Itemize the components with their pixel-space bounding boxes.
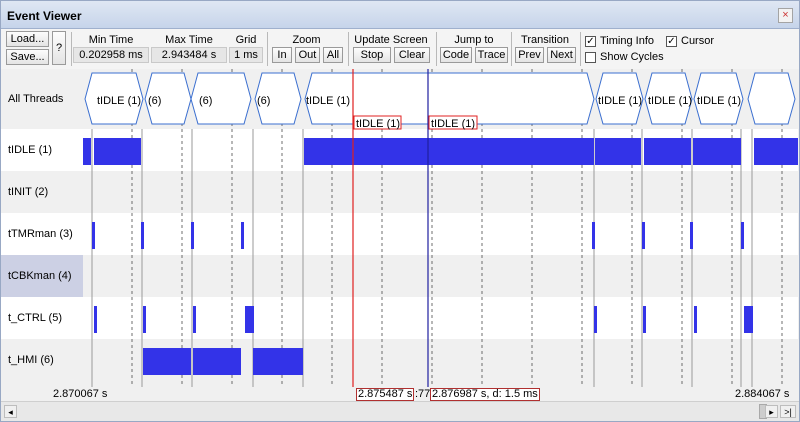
thread-activity-bar (690, 222, 693, 249)
thread-activity-bar (191, 222, 194, 249)
save-button[interactable]: Save... (6, 49, 49, 65)
thread-activity-bar (744, 306, 753, 333)
thread-row-band (83, 171, 798, 213)
thread-activity-bar (92, 222, 95, 249)
thread-activity-bar (741, 222, 744, 249)
thread-activity-bar (193, 306, 196, 333)
thread-activity-bar (83, 138, 91, 165)
thread-activity-bar (241, 222, 244, 249)
min-time-value: 0.202958 ms (73, 47, 149, 63)
thread-activity-bar (141, 222, 144, 249)
thread-segment-label: tIDLE (1) (97, 95, 141, 107)
thread-segment-hex (747, 72, 796, 125)
zoom-label: Zoom (292, 34, 321, 46)
thread-row-band (83, 297, 798, 339)
horizontal-scrollbar[interactable]: ◂ ▸ >| (1, 401, 799, 421)
time-axis-footer: 2.870067 s 2.875487 s :77 2.876987 s, d:… (1, 387, 799, 401)
thread-name-column: All Threads tIDLE (1) tINIT (2) tTMRman … (1, 69, 83, 387)
scroll-right-icon[interactable]: ▸ (765, 405, 778, 418)
thread-name-all[interactable]: All Threads (1, 69, 83, 129)
red-cursor-time: 2.875487 s (356, 388, 415, 401)
end-time-label: 2.884067 s (735, 388, 790, 400)
title-bar: Event Viewer × (1, 1, 799, 29)
red-cursor-label: tIDLE (1) (356, 118, 400, 130)
blue-cursor-label: tIDLE (1) (431, 118, 475, 130)
jump-to-label: Jump to (454, 34, 494, 46)
max-time-label: Max Time (165, 34, 213, 46)
thread-activity-bar (694, 306, 697, 333)
thread-activity-bar (94, 138, 141, 165)
thread-name-tidle[interactable]: tIDLE (1) (1, 129, 83, 171)
zoom-in-button[interactable]: In (272, 47, 292, 63)
thread-name-tctrl[interactable]: t_CTRL (5) (1, 297, 83, 339)
thread-segment-label: (6) (148, 95, 161, 107)
thread-activity-bar (595, 138, 641, 165)
partial-time-label: :77 (415, 388, 431, 400)
thread-row-band (83, 255, 798, 297)
thread-activity-bar (594, 306, 597, 333)
cursor-checkbox[interactable]: ✓ (666, 36, 677, 47)
toolbar: Load... Save... ? Min Time 0.202958 ms M… (1, 29, 799, 69)
show-cycles-checkbox[interactable] (585, 52, 596, 63)
thread-activity-bar (644, 138, 691, 165)
grid-label: Grid (235, 34, 257, 46)
thread-activity-bar (643, 306, 646, 333)
stop-button[interactable]: Stop (353, 47, 391, 63)
thread-activity-bar (304, 138, 594, 165)
thread-segment-label: tIDLE (1) (306, 95, 350, 107)
thread-segment-label: tIDLE (1) (648, 95, 692, 107)
clear-button[interactable]: Clear (394, 47, 430, 63)
blue-cursor-time: 2.876987 s, d: 1.5 ms (430, 388, 540, 401)
thread-activity-bar (245, 306, 254, 333)
thread-activity-bar (94, 306, 97, 333)
scroll-left-icon[interactable]: ◂ (4, 405, 17, 418)
thread-segment-label: (6) (199, 95, 212, 107)
separator (580, 32, 581, 66)
load-button[interactable]: Load... (6, 31, 49, 47)
thread-activity-bar (693, 138, 741, 165)
cursor-label: Cursor (681, 35, 715, 47)
thread-segment-label: tIDLE (1) (697, 95, 741, 107)
thread-activity-bar (592, 222, 595, 249)
zoom-all-button[interactable]: All (323, 47, 343, 63)
next-button[interactable]: Next (547, 47, 576, 63)
scroll-end-icon[interactable]: >| (780, 405, 796, 418)
thread-name-thmi[interactable]: t_HMI (6) (1, 339, 83, 387)
thread-segment-label: tIDLE (1) (598, 95, 642, 107)
thread-activity-bar (143, 306, 146, 333)
transition-label: Transition (521, 34, 569, 46)
code-button[interactable]: Code (440, 47, 472, 63)
thread-activity-bar (143, 348, 191, 375)
thread-name-ttmrman[interactable]: tTMRman (3) (1, 213, 83, 255)
trace-button[interactable]: Trace (475, 47, 508, 63)
thread-activity-bar (193, 348, 241, 375)
timeline-plot[interactable]: tIDLE (1) (6) (6) (6) tIDLE (1) tIDLE (1) tIDL… (83, 69, 798, 387)
timing-info-label: Timing Info (600, 35, 655, 47)
thread-name-tcbkman[interactable]: tCBKman (4) (1, 255, 83, 297)
grid-value: 1 ms (229, 47, 263, 63)
timing-info-checkbox[interactable]: ✓ (585, 36, 596, 47)
thread-name-tinit[interactable]: tINIT (2) (1, 171, 83, 213)
timeline-svg[interactable]: tIDLE (1) (6) (6) (6) tIDLE (1) tIDLE (1) tIDL… (83, 69, 798, 387)
thread-activity-bar (754, 138, 798, 165)
thread-segment-label: (6) (257, 95, 270, 107)
thread-activity-bar (642, 222, 645, 249)
separator (71, 32, 72, 66)
max-time-value: 2.943484 s (151, 47, 227, 63)
event-viewer-window: Event Viewer × Load... Save... ? Min Tim… (0, 0, 800, 422)
close-icon[interactable]: × (778, 8, 793, 23)
help-button[interactable]: ? (52, 31, 66, 65)
window-title: Event Viewer (7, 9, 82, 23)
show-cycles-label: Show Cycles (600, 51, 664, 63)
prev-button[interactable]: Prev (515, 47, 544, 63)
start-time-label: 2.870067 s (53, 388, 108, 400)
thread-activity-bar (253, 348, 303, 375)
zoom-out-button[interactable]: Out (295, 47, 320, 63)
update-screen-label: Update Screen (354, 34, 428, 46)
min-time-label: Min Time (88, 34, 134, 46)
